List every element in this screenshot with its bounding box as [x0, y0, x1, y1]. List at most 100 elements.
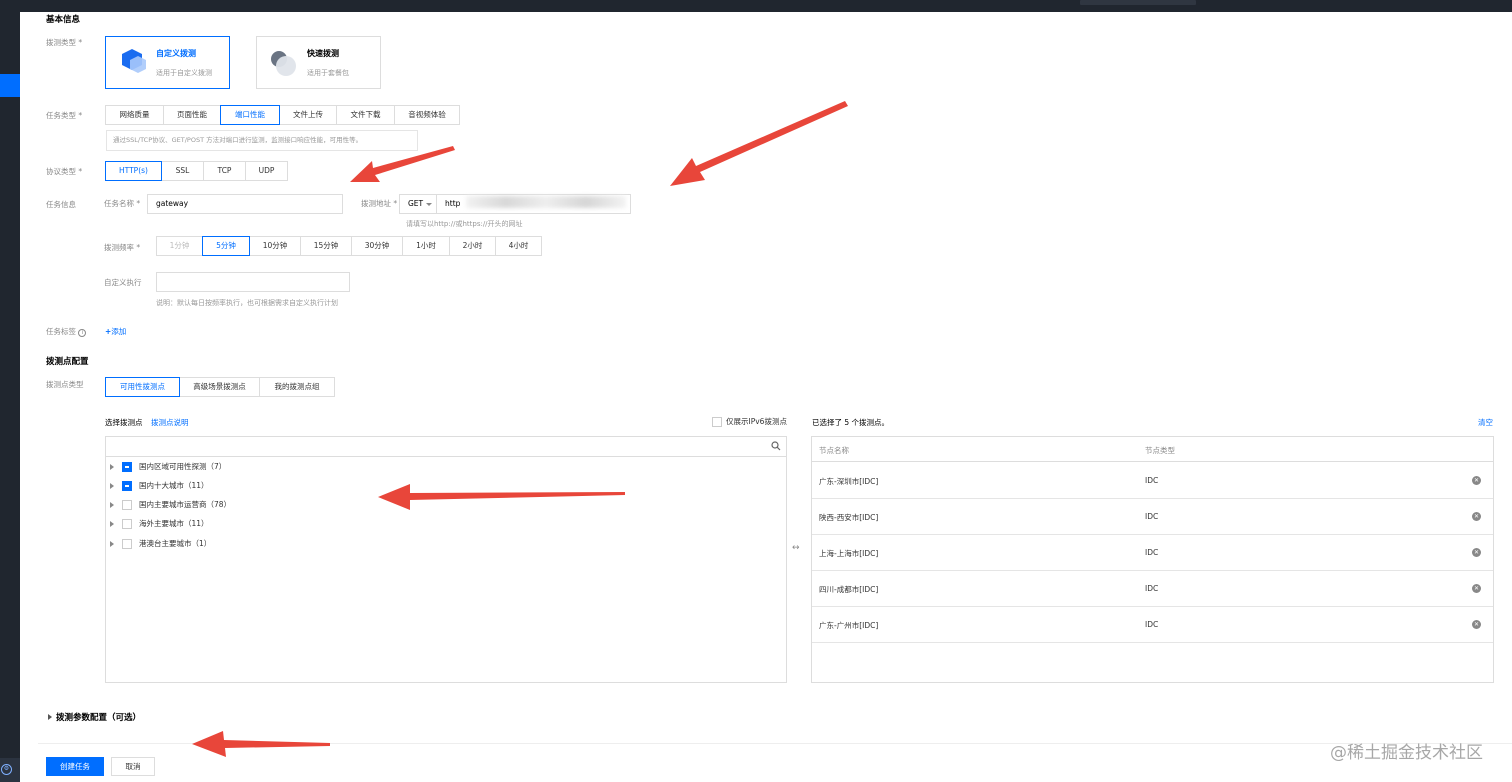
ipv6-label: 仅展示IPv6拨测点 [726, 417, 787, 426]
top-bar [0, 0, 1512, 12]
protocol-http[interactable]: HTTP(s) [105, 161, 162, 181]
tree-item-label: 海外主要城市（11） [139, 519, 209, 528]
protocol-udp[interactable]: UDP [245, 161, 288, 181]
card-quick-probe[interactable]: 快速拨测 适用于套餐包 [256, 36, 381, 89]
left-nav-bottom[interactable]: ⚙ [0, 758, 20, 782]
tree-search-input[interactable] [106, 437, 786, 457]
col-node-type: 节点类型 [1145, 446, 1175, 455]
task-type-group: 网络质量 页面性能 端口性能 文件上传 文件下载 音视频体验 [105, 105, 460, 125]
protocol-ssl[interactable]: SSL [161, 161, 204, 181]
tree-checkbox[interactable] [122, 461, 132, 472]
ipv6-checkbox[interactable] [712, 416, 722, 427]
freq-5min[interactable]: 5分钟 [202, 236, 250, 256]
table-row: 广东-广州市[IDC] IDC ✕ [812, 607, 1493, 643]
ipv6-filter[interactable]: 仅展示IPv6拨测点 [712, 416, 787, 427]
tree-checkbox[interactable] [122, 480, 132, 491]
tree-item[interactable]: 国内区域可用性探测（7） [106, 457, 786, 476]
task-tag-label: 任务标签 i [46, 326, 87, 337]
node-name: 广东-深圳市[IDC] [819, 477, 879, 486]
card-title: 自定义拨测 [156, 49, 196, 58]
card-desc: 适用于自定义拨测 [156, 69, 212, 77]
tree-item[interactable]: 港澳台主要城市（1） [106, 534, 786, 553]
footer-divider [38, 743, 1512, 744]
tree-item[interactable]: 海外主要城市（11） [106, 514, 786, 533]
settings-icon[interactable]: ⚙ [1, 764, 12, 775]
expand-arrow-icon[interactable] [110, 463, 114, 470]
freq-2h[interactable]: 2小时 [449, 236, 496, 256]
remove-icon[interactable]: ✕ [1472, 584, 1481, 593]
frequency-label: 拨测频率 * [104, 243, 141, 252]
tree-item-label: 国内十大城市（11） [139, 481, 209, 490]
card-custom-probe[interactable]: 自定义拨测 适用于自定义拨测 [105, 36, 230, 89]
custom-exec-hint: 说明：默认每日按频率执行，也可根据需求自定义执行计划 [156, 299, 338, 307]
frequency-group: 1分钟 5分钟 10分钟 15分钟 30分钟 1小时 2小时 4小时 [156, 236, 542, 256]
caret-down-icon [426, 203, 432, 206]
tree-checkbox[interactable] [122, 518, 132, 529]
params-toggle[interactable]: 拨测参数配置（可选） [48, 711, 141, 723]
freq-4h[interactable]: 4小时 [495, 236, 542, 256]
params-title: 拨测参数配置（可选） [56, 713, 142, 723]
task-type-port[interactable]: 端口性能 [220, 105, 280, 125]
expand-arrow-icon[interactable] [110, 501, 114, 508]
left-nav: ⚙ [0, 0, 20, 782]
task-type-page[interactable]: 页面性能 [163, 105, 221, 125]
freq-15min[interactable]: 15分钟 [300, 236, 352, 256]
point-type-advanced[interactable]: 高级场景拨测点 [179, 377, 260, 397]
freq-1min[interactable]: 1分钟 [156, 236, 203, 256]
custom-exec-input[interactable] [156, 272, 350, 292]
expand-arrow-icon[interactable] [110, 540, 114, 547]
create-task-button[interactable]: 创建任务 [46, 757, 104, 776]
freq-10min[interactable]: 10分钟 [249, 236, 301, 256]
cancel-button[interactable]: 取消 [111, 757, 155, 776]
remove-icon[interactable]: ✕ [1472, 548, 1481, 557]
top-search-box[interactable] [1080, 0, 1196, 5]
add-tag-link[interactable]: +添加 [105, 326, 126, 337]
section-title-probe: 拨测点配置 [46, 357, 89, 367]
task-type-download[interactable]: 文件下载 [336, 105, 395, 125]
tree-item[interactable]: 国内主要城市运营商（78） [106, 495, 786, 514]
node-type: IDC [1145, 548, 1159, 557]
task-type-network[interactable]: 网络质量 [105, 105, 164, 125]
tree-checkbox[interactable] [122, 499, 132, 510]
table-row: 四川-成都市[IDC] IDC ✕ [812, 571, 1493, 607]
protocol-tcp[interactable]: TCP [203, 161, 246, 181]
freq-30min[interactable]: 30分钟 [351, 236, 403, 256]
point-type-availability[interactable]: 可用性拨测点 [105, 377, 180, 397]
probe-type-label: 拨测类型 * [46, 38, 83, 47]
tree-item[interactable]: 国内十大城市（11） [106, 476, 786, 495]
card-title: 快速拨测 [307, 49, 339, 58]
left-nav-active-item[interactable] [0, 74, 20, 97]
annotation-arrow [350, 146, 455, 182]
card-desc: 适用于套餐包 [307, 69, 349, 77]
section-title-basic: 基本信息 [46, 15, 81, 25]
node-name: 四川-成都市[IDC] [819, 585, 879, 594]
task-info-label: 任务信息 [46, 200, 76, 209]
table-header: 节点名称 节点类型 [812, 437, 1493, 462]
remove-icon[interactable]: ✕ [1472, 512, 1481, 521]
search-icon[interactable] [771, 441, 781, 451]
custom-probe-icon [122, 49, 146, 73]
node-type: IDC [1145, 476, 1159, 485]
node-name: 广东-广州市[IDC] [819, 621, 879, 630]
address-hint: 请填写以http://或https://开头的网址 [406, 220, 523, 228]
expand-arrow-icon[interactable] [110, 482, 114, 489]
point-type-mine[interactable]: 我的拨测点组 [259, 377, 335, 397]
task-type-upload[interactable]: 文件上传 [279, 105, 337, 125]
points-doc-link[interactable]: 拨测点说明 [151, 417, 189, 428]
watermark: @稀土掘金技术社区 [1330, 743, 1483, 763]
clear-button[interactable]: 清空 [1478, 417, 1493, 428]
protocol-group: HTTP(s) SSL TCP UDP [105, 161, 288, 181]
task-type-av[interactable]: 音视频体验 [394, 105, 460, 125]
selected-points-table: 节点名称 节点类型 广东-深圳市[IDC] IDC ✕ 陕西-西安市[IDC] … [811, 436, 1494, 683]
remove-icon[interactable]: ✕ [1472, 620, 1481, 629]
tree-checkbox[interactable] [122, 538, 132, 549]
task-name-input[interactable]: gateway [147, 194, 343, 214]
node-type: IDC [1145, 584, 1159, 593]
point-type-label: 拨测点类型 [46, 380, 84, 389]
method-select[interactable]: GET [399, 194, 437, 214]
table-row: 陕西-西安市[IDC] IDC ✕ [812, 499, 1493, 535]
remove-icon[interactable]: ✕ [1472, 476, 1481, 485]
freq-1h[interactable]: 1小时 [402, 236, 450, 256]
expand-arrow-icon[interactable] [110, 520, 114, 527]
probe-tree: 国内区域可用性探测（7） 国内十大城市（11） 国内主要城市运营商（78） 海外… [105, 436, 787, 683]
